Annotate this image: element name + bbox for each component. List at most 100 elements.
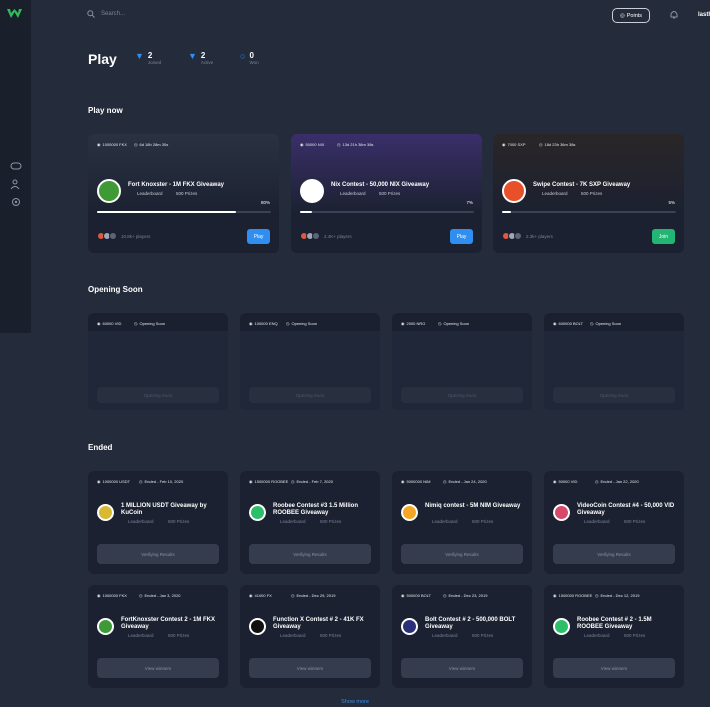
prize-tag: ◉ 1000000 FKX (97, 142, 127, 147)
ended-card[interactable]: ◉ 1000000 USDT ◷ Ended - Feb 10, 2020 1 MILL… (88, 471, 228, 574)
prizes-link[interactable]: 500 Prizes (581, 191, 602, 196)
ended-date-tag: ◷ Ended - Jan 24, 2020 (443, 479, 487, 484)
result-button[interactable]: Verifying Results (249, 544, 371, 564)
result-button[interactable]: View winners (401, 658, 523, 678)
ended-card[interactable]: ◉ 1500000 ROOBEE ◷ Ended - Feb 7, 2020 Roobe… (240, 471, 380, 574)
topbar: Search... ◎Points lasthashbeater (31, 0, 710, 32)
result-button[interactable]: Verifying Results (401, 544, 523, 564)
ended-card[interactable]: ◉ 41000 FX ◷ Ended - Dec 29, 2019 Function X… (240, 585, 380, 688)
coin-icon: ◉ (401, 593, 405, 598)
players-row: 2.4K+ players (300, 232, 352, 240)
leaderboard-link[interactable]: Leaderboard (280, 519, 306, 524)
logo-icon[interactable] (7, 9, 22, 19)
result-button[interactable]: Verifying Results (97, 544, 219, 564)
users-icon[interactable] (10, 178, 22, 190)
ended-date: Ended - Jan 22, 2020 (600, 479, 639, 484)
leaderboard-link[interactable]: Leaderboard (542, 191, 568, 196)
leaderboard-link[interactable]: Leaderboard (128, 633, 154, 638)
bell-icon[interactable] (670, 10, 678, 19)
play-button[interactable]: Play (247, 229, 270, 244)
clock-icon: ◷ (443, 479, 447, 484)
ended-date-tag: ◷ Ended - Dec 12, 2019 (595, 593, 639, 598)
clock-icon: ◷ (139, 593, 143, 598)
avatar (312, 232, 320, 240)
play-button[interactable]: Join (652, 229, 675, 244)
ended-card[interactable]: ◉ 50000 VID ◷ Ended - Jan 22, 2020 VideoCoin… (544, 471, 684, 574)
prize-amount: 5000000 NIM (406, 479, 431, 484)
contest-logo-icon (553, 504, 570, 521)
show-more-link[interactable]: Show more (0, 699, 710, 705)
prize-amount: 100000 ENQ (254, 321, 278, 326)
prizes-link[interactable]: 500 Prizes (168, 519, 189, 524)
ended-date-tag: ◷ Ended - Jan 22, 2020 (595, 479, 639, 484)
ended-card[interactable]: ◉ 5000000 NIM ◷ Ended - Jan 24, 2020 Nimiq c… (392, 471, 532, 574)
contest-card[interactable]: ◉ 50000 NIX ◷ 13d 21h 38m 38s Nix Contest - … (291, 134, 482, 253)
coin-icon: ◉ (401, 479, 405, 484)
contest-logo-icon (97, 504, 114, 521)
status: Opening Soon (291, 321, 318, 326)
leaderboard-link[interactable]: Leaderboard (432, 633, 458, 638)
gamepad-icon[interactable] (10, 160, 22, 172)
prizes-link[interactable]: 500 Prizes (379, 191, 400, 196)
prizes-link[interactable]: 500 Prizes (320, 633, 341, 638)
leaderboard-link[interactable]: Leaderboard (584, 519, 610, 524)
gear-icon[interactable] (10, 196, 22, 208)
leaderboard-link[interactable]: Leaderboard (584, 633, 610, 638)
points-label: Points (626, 12, 643, 19)
contest-card[interactable]: ◉ 1000000 FKX ◷ 6d 18h 28m 30s Fort Knoxster… (88, 134, 279, 253)
search-input[interactable]: Search... (101, 11, 125, 17)
ended-card[interactable]: ◉ 1000000 FKX ◷ Ended - Jan 3, 2020 FortKnox… (88, 585, 228, 688)
prizes-link[interactable]: 500 Prizes (320, 519, 341, 524)
stat-active: ▼ 2 Active (188, 51, 214, 65)
leaderboard-link[interactable]: Leaderboard (340, 191, 366, 196)
prizes-link[interactable]: 500 Prizes (624, 633, 645, 638)
contest-title: VideoCoin Contest #4 - 50,000 VID Giveaw… (577, 503, 675, 516)
clock-icon: ◷ (438, 321, 442, 326)
username[interactable]: lasthashbeater (698, 12, 710, 18)
contest-title: Nix Contest - 50,000 NIX Giveaway (331, 182, 430, 188)
prizes-link[interactable]: 500 Prizes (168, 633, 189, 638)
prizes-link[interactable]: 500 Prizes (472, 519, 493, 524)
ended-date-tag: ◷ Ended - Dec 23, 2019 (443, 593, 487, 598)
coin-icon: ◉ (97, 593, 101, 598)
contest-title: Fort Knoxster - 1M FKX Giveaway (128, 182, 225, 188)
prizes-link[interactable]: 500 Prizes (624, 519, 645, 524)
result-button[interactable]: View winners (249, 658, 371, 678)
result-button[interactable]: View winners (97, 658, 219, 678)
progress-percent: 5% (668, 200, 675, 205)
leaderboard-link[interactable]: Leaderboard (280, 633, 306, 638)
status: Opening Soon (139, 321, 166, 326)
prize-tag: ◉ 500000 BOLT (401, 593, 431, 598)
ended-date-tag: ◷ Ended - Feb 10, 2020 (139, 479, 183, 484)
leaderboard-link[interactable]: Leaderboard (137, 191, 163, 196)
opening-soon-button: Opening Soon (401, 387, 523, 403)
clock-icon: ◷ (291, 479, 295, 484)
stat-won: ○ 0 Won (240, 51, 259, 65)
prize-tag: ◉ 41000 FX (249, 593, 272, 598)
prize-tag: ◉ 1500000 ROOBEE (553, 593, 592, 598)
leaderboard-link[interactable]: Leaderboard (128, 519, 154, 524)
prize-tag: ◉ 1000000 USDT (97, 479, 130, 484)
prize-tag: ◉ 5000000 NIM (401, 479, 431, 484)
timer-tag: ◷ 18d 23h 36m 38s (539, 142, 575, 147)
ended-card[interactable]: ◉ 500000 BOLT ◷ Ended - Dec 23, 2019 Bolt Co… (392, 585, 532, 688)
coin-icon: ◉ (97, 142, 101, 147)
search-icon (87, 10, 95, 18)
coin-icon: ◉ (553, 479, 557, 484)
opening-soon-card: ◉ 2000 NRG ◷ Opening Soon Opening Soon (392, 313, 532, 410)
result-button[interactable]: Verifying Results (553, 544, 675, 564)
prizes-link[interactable]: 500 Prizes (472, 633, 493, 638)
prize-amount: 7000 SXP (507, 142, 526, 147)
result-button[interactable]: View winners (553, 658, 675, 678)
contest-card[interactable]: ◉ 7000 SXP ◷ 18d 23h 36m 38s Swipe Contest -… (493, 134, 684, 253)
search-bar[interactable]: Search... (87, 10, 125, 18)
ended-card[interactable]: ◉ 1500000 ROOBEE ◷ Ended - Dec 12, 2019 Roob… (544, 585, 684, 688)
prize-tag: ◉ 60000 VID (97, 321, 121, 326)
prize-amount: 1500000 ROOBEE (558, 593, 593, 598)
prizes-link[interactable]: 500 Prizes (176, 191, 197, 196)
prize-tag: ◉ 7000 SXP (502, 142, 526, 147)
players-row: 10.8k+ players (97, 232, 150, 240)
play-button[interactable]: Play (450, 229, 473, 244)
leaderboard-link[interactable]: Leaderboard (432, 519, 458, 524)
points-button[interactable]: ◎ Points (612, 8, 650, 23)
